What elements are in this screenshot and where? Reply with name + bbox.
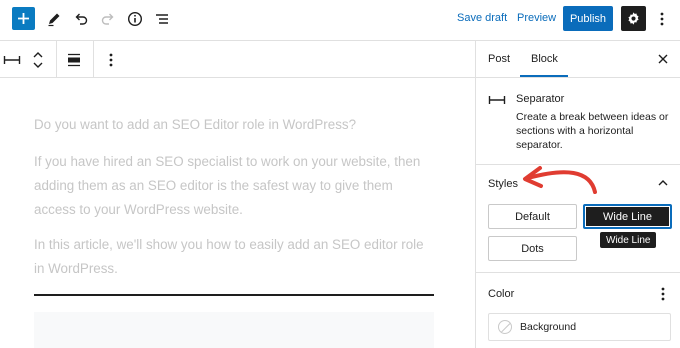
more-vertical-icon	[109, 53, 113, 67]
tab-block[interactable]: Block	[531, 53, 558, 65]
editor-top-toolbar: Save draft Preview Publish	[0, 0, 680, 41]
paragraph-block[interactable]: Do you want to add an SEO Editor role in…	[34, 113, 434, 137]
preview-button[interactable]: Preview	[517, 12, 556, 24]
more-vertical-icon[interactable]	[661, 287, 665, 301]
color-panel-title: Color	[488, 288, 515, 300]
separator-icon	[488, 96, 506, 104]
options-menu-button[interactable]	[652, 9, 672, 29]
active-tab-indicator	[520, 75, 568, 77]
paragraph-block[interactable]: In this article, we'll show you how to e…	[34, 233, 434, 281]
block-type-button[interactable]	[2, 50, 22, 70]
style-default-button[interactable]: Default	[488, 204, 577, 229]
settings-button[interactable]	[621, 6, 646, 31]
toolbar-divider	[56, 41, 57, 78]
save-draft-button[interactable]: Save draft	[457, 12, 507, 24]
undo-icon	[75, 13, 88, 25]
align-button[interactable]	[64, 50, 84, 70]
style-tooltip: Wide Line	[600, 232, 657, 248]
redo-button[interactable]	[98, 9, 118, 29]
block-toolbar	[0, 41, 475, 78]
list-view-button[interactable]	[152, 9, 172, 29]
styles-panel-title[interactable]: Styles	[488, 178, 518, 190]
separator-block[interactable]	[34, 294, 434, 296]
redo-icon	[101, 13, 114, 25]
color-swatch	[498, 320, 512, 334]
separator-icon	[3, 56, 21, 64]
gear-icon	[628, 12, 639, 25]
align-icon	[68, 53, 80, 67]
plus-icon	[18, 13, 29, 24]
block-card: Separator Create a break between ideas o…	[476, 78, 680, 165]
toolbar-divider	[93, 41, 94, 78]
move-arrows-icon	[33, 52, 43, 68]
info-icon	[127, 11, 143, 27]
block-options-button[interactable]	[101, 50, 121, 70]
chevron-up-icon[interactable]	[658, 179, 668, 187]
block-title: Separator	[516, 93, 565, 105]
publish-button[interactable]: Publish	[563, 6, 613, 31]
styles-panel: Styles Default Wide Line Dots Wide Line	[476, 165, 680, 273]
settings-sidebar: Post Block Separator Create a break betw…	[475, 41, 680, 348]
color-panel: Color Background	[476, 273, 680, 348]
background-color-label: Background	[520, 321, 577, 333]
next-block-placeholder	[34, 312, 434, 348]
style-dots-button[interactable]: Dots	[488, 236, 577, 261]
paragraph-block[interactable]: If you have hired an SEO specialist to w…	[34, 150, 434, 222]
close-icon[interactable]	[657, 53, 669, 65]
add-block-button[interactable]	[12, 7, 35, 30]
pencil-icon	[48, 13, 60, 27]
list-view-icon	[156, 14, 168, 24]
block-mover[interactable]	[28, 49, 48, 71]
block-description: Create a break between ideas or sections…	[516, 111, 669, 151]
tools-button[interactable]	[44, 9, 64, 29]
details-button[interactable]	[125, 9, 145, 29]
style-wide-line-button[interactable]: Wide Line	[583, 204, 672, 229]
editor-canvas: Do you want to add an SEO Editor role in…	[0, 78, 475, 348]
background-color-option[interactable]: Background	[488, 313, 671, 341]
undo-button[interactable]	[71, 9, 91, 29]
sidebar-tabs: Post Block	[476, 41, 680, 78]
more-vertical-icon	[660, 12, 664, 26]
tab-post[interactable]: Post	[488, 53, 510, 65]
